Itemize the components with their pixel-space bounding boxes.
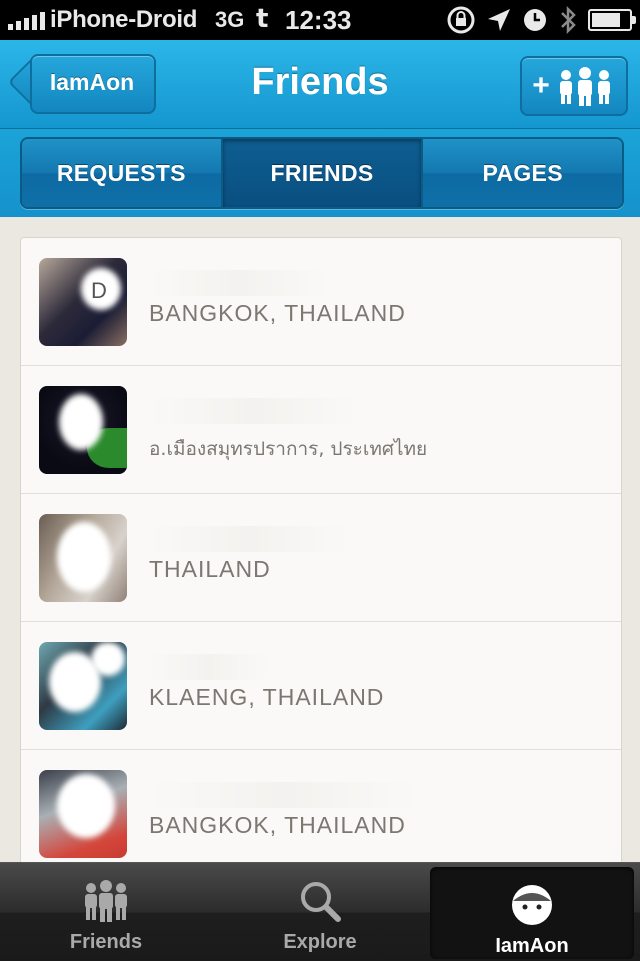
tab-profile-label: IamAon bbox=[495, 935, 569, 957]
friend-row[interactable]: BANGKOK, THAILAND bbox=[21, 750, 621, 862]
friend-avatar: D bbox=[39, 258, 127, 346]
friend-avatar bbox=[39, 642, 127, 730]
friend-name-redacted bbox=[149, 654, 269, 680]
tab-profile[interactable]: IamAon bbox=[430, 867, 634, 959]
profile-icon bbox=[512, 885, 552, 925]
friend-row[interactable]: อ.เมืองสมุทรปราการ, ประเทศไทย bbox=[21, 366, 621, 494]
friend-name-redacted bbox=[149, 398, 359, 424]
battery-icon bbox=[588, 9, 636, 31]
bluetooth-icon bbox=[561, 5, 576, 35]
friend-name-redacted bbox=[149, 270, 329, 296]
friend-location: KLAENG, THAILAND bbox=[149, 684, 385, 710]
tab-friends-label: Friends bbox=[69, 931, 143, 953]
segment-requests[interactable]: REQUESTS bbox=[22, 139, 221, 207]
status-bar: iPhone-Droid 3G t 12:33 bbox=[0, 0, 640, 40]
segment-pages[interactable]: PAGES bbox=[421, 139, 622, 207]
friend-location: BANGKOK, THAILAND bbox=[149, 812, 406, 838]
friends-list: D BANGKOK, THAILAND อ.เมืองสมุทรปราการ, … bbox=[20, 237, 622, 862]
carrier-name: iPhone-Droid bbox=[50, 6, 198, 33]
friend-name-redacted bbox=[149, 526, 349, 552]
friend-avatar bbox=[39, 386, 127, 474]
add-friends-icon bbox=[559, 67, 610, 106]
friend-avatar bbox=[39, 770, 127, 858]
friend-row[interactable]: KLAENG, THAILAND bbox=[21, 622, 621, 750]
friend-name-redacted bbox=[149, 782, 419, 808]
tab-friends[interactable]: Friends bbox=[4, 863, 208, 961]
friends-icon bbox=[85, 880, 127, 922]
alarm-clock-icon bbox=[524, 9, 546, 31]
friend-location: BANGKOK, THAILAND bbox=[149, 300, 406, 326]
location-arrow-icon bbox=[488, 9, 510, 31]
rotation-lock-icon bbox=[447, 6, 475, 34]
signal-strength-icon bbox=[8, 10, 45, 30]
navigation-bar: IamAon Friends + bbox=[0, 40, 640, 129]
friend-row[interactable]: THAILAND bbox=[21, 494, 621, 622]
friends-list-container[interactable]: D BANGKOK, THAILAND อ.เมืองสมุทรปราการ, … bbox=[0, 217, 640, 862]
tab-explore-label: Explore bbox=[283, 931, 357, 953]
twitter-icon: t bbox=[256, 4, 269, 34]
friend-location: THAILAND bbox=[149, 556, 271, 582]
add-friends-button[interactable]: + bbox=[520, 56, 628, 116]
network-type: 3G bbox=[215, 7, 245, 32]
segment-friends[interactable]: FRIENDS bbox=[220, 139, 422, 207]
plus-icon: + bbox=[532, 69, 550, 102]
segmented-control: REQUESTS FRIENDS PAGES bbox=[20, 137, 624, 209]
friend-location: อ.เมืองสมุทรปราการ, ประเทศไทย bbox=[149, 438, 428, 460]
search-icon bbox=[301, 882, 341, 922]
friend-avatar bbox=[39, 514, 127, 602]
tab-explore[interactable]: Explore bbox=[218, 863, 422, 961]
back-button[interactable]: IamAon bbox=[7, 53, 156, 114]
back-button-label: IamAon bbox=[49, 69, 135, 95]
tab-bar: Friends Explore IamAon bbox=[0, 862, 640, 961]
friend-row[interactable]: D BANGKOK, THAILAND bbox=[21, 238, 621, 366]
status-time: 12:33 bbox=[285, 5, 352, 35]
segment-bar: REQUESTS FRIENDS PAGES bbox=[0, 129, 640, 217]
